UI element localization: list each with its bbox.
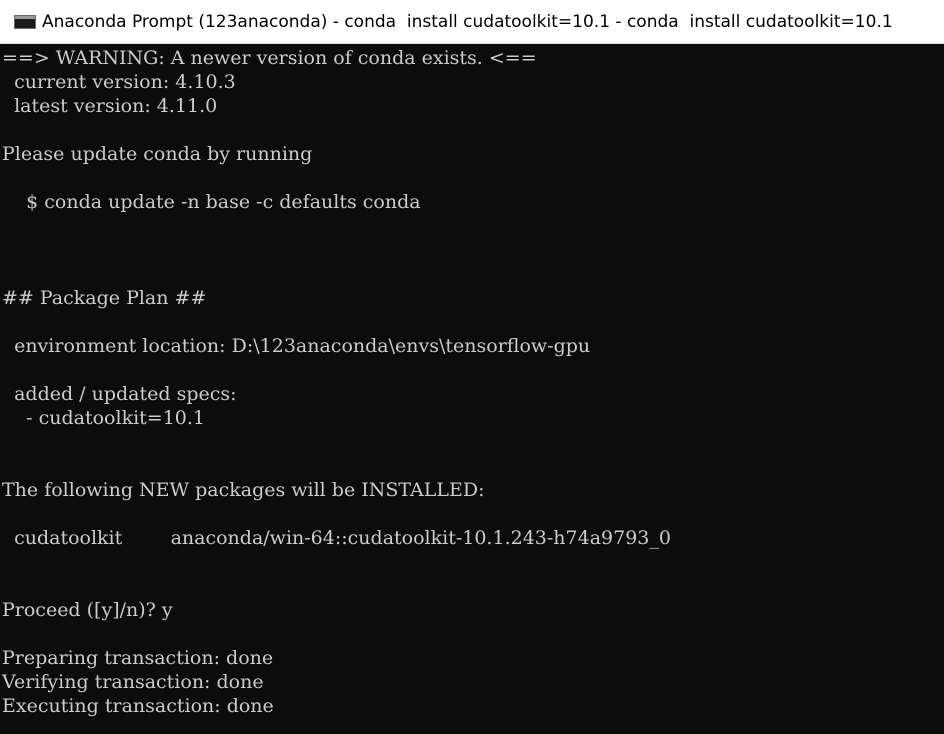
console-line: added / updated specs:	[2, 383, 237, 405]
terminal-icon	[14, 14, 36, 29]
console-line: latest version: 4.11.0	[2, 95, 218, 117]
console-line: cudatoolkit anaconda/win-64::cudatoolkit…	[2, 527, 671, 549]
console-line: Executing transaction: done	[2, 695, 274, 717]
console-line: Proceed ([y]/n)? y	[2, 599, 173, 621]
console-line: Verifying transaction: done	[2, 671, 264, 693]
console-line: Preparing transaction: done	[2, 647, 274, 669]
anaconda-prompt-window: Anaconda Prompt (123anaconda) - conda in…	[0, 0, 944, 734]
console-line: Please update conda by running	[2, 143, 313, 165]
window-title: Anaconda Prompt (123anaconda) - conda in…	[42, 11, 893, 32]
console-line: - cudatoolkit=10.1	[2, 407, 206, 429]
console-output[interactable]: ==> WARNING: A newer version of conda ex…	[0, 46, 944, 734]
console-line: $ conda update -n base -c defaults conda	[2, 191, 421, 213]
console-line: current version: 4.10.3	[2, 71, 236, 93]
console-line: ==> WARNING: A newer version of conda ex…	[2, 47, 537, 69]
console-line: The following NEW packages will be INSTA…	[2, 479, 485, 501]
title-bar[interactable]: Anaconda Prompt (123anaconda) - conda in…	[0, 0, 944, 44]
console-line: ## Package Plan ##	[2, 287, 207, 309]
console-line: environment location: D:\123anaconda\env…	[2, 335, 591, 357]
